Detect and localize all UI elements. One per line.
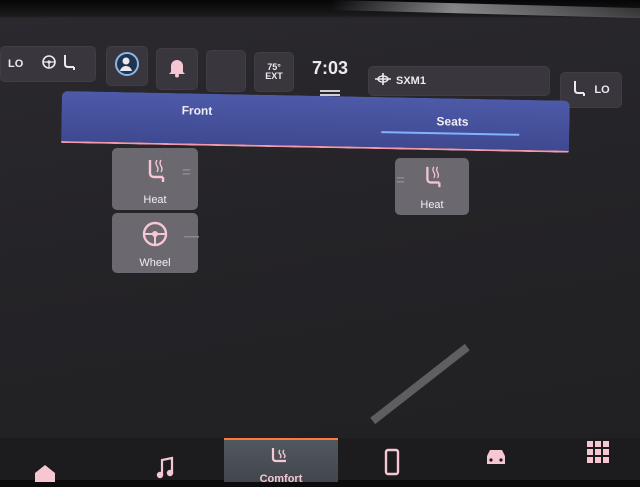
media-source-tile[interactable]: SXM1 [368,66,550,96]
music-icon [155,456,175,485]
seat-heat-icon [142,157,168,194]
passenger-seat-heat-button[interactable]: Heat [395,158,469,215]
tab-seats-underline [381,131,520,136]
clock-divider-top [320,90,340,92]
nav-comfort-label: Comfort [259,472,303,485]
apps-grid-icon [586,440,610,469]
driver-seat-heat-label: Heat [143,194,167,206]
passenger-climate-level: LO [594,84,610,96]
nav-media[interactable] [120,438,210,480]
clock: 7:03 [311,58,349,78]
comfort-icon [268,446,294,471]
nav-phone[interactable] [350,438,434,480]
driver-climate-tile[interactable]: LO [0,46,96,82]
bottom-navigation: Comfort [0,438,640,485]
media-source-label: SXM1 [396,75,426,87]
steering-wheel-heat-icon[interactable] [41,54,57,75]
steering-wheel-heat-icon [141,220,169,257]
steering-wheel-heat-level: — [184,228,199,245]
nav-comfort[interactable]: Comfort [224,438,338,485]
driver-seat-heat-level: = [182,164,191,181]
radio-icon [374,72,392,91]
vehicle-icon [483,446,509,473]
notifications-button[interactable] [156,48,198,90]
passenger-seat-heat-label: Heat [420,199,444,211]
profile-button[interactable] [106,46,148,86]
tab-seats[interactable]: Seats [436,114,468,129]
phone-icon [384,448,400,481]
outside-temperature-tile: 75° EXT [254,52,294,92]
nav-home[interactable] [0,438,90,482]
steering-wheel-heat-label: Wheel [139,257,171,269]
bell-icon [166,56,188,83]
user-profile-icon [114,51,140,82]
passenger-seat-icon [572,79,586,102]
nav-apps[interactable] [556,438,640,480]
passenger-seat-heat-level: = [396,172,405,189]
blank-tile[interactable] [206,50,246,92]
passenger-climate-tile[interactable]: LO [560,72,622,108]
seat-heat-icon [420,164,444,199]
driver-climate-level: LO [8,58,24,70]
tab-front[interactable]: Front [182,103,213,118]
home-icon [32,462,58,487]
comfort-tab-bar: Front Seats [61,91,570,153]
outside-temp-label: EXT [265,71,283,81]
seat-heat-icon[interactable] [61,53,77,76]
bezel-glare [330,0,640,19]
nav-vehicle[interactable] [454,438,538,480]
